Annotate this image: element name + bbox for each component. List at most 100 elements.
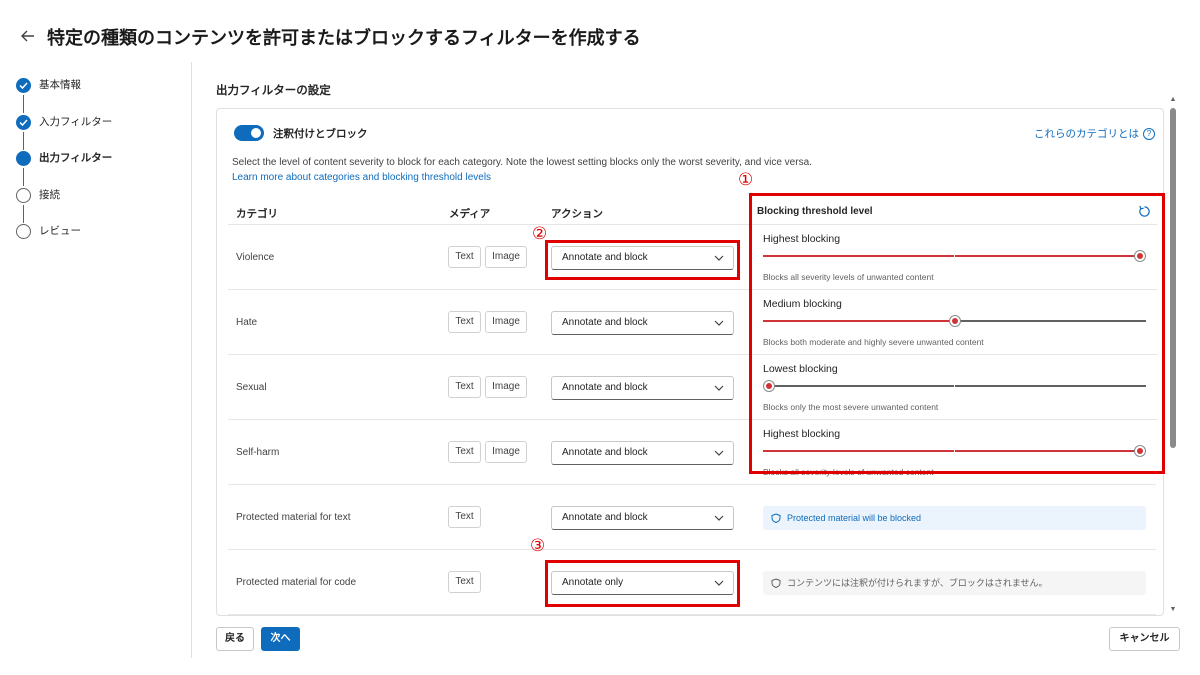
category-label: Hate	[236, 317, 258, 328]
media-image-chip[interactable]: Image	[485, 376, 527, 398]
category-label: Violence	[236, 252, 275, 263]
check-circle-icon	[16, 78, 31, 93]
action-dropdown[interactable]: Annotate and block	[551, 311, 734, 335]
slider-thumb[interactable]	[948, 315, 961, 327]
row-divider	[228, 354, 757, 355]
categories-help-link[interactable]: これらのカテゴリとは ?	[1034, 126, 1155, 141]
pending-step-icon	[16, 187, 31, 203]
action-dropdown[interactable]: Annotate and block	[551, 246, 734, 270]
row-divider	[228, 224, 757, 225]
threshold-divider	[753, 289, 1157, 290]
threshold-slider[interactable]	[763, 250, 1146, 262]
threshold-description: Blocks both moderate and highly severe u…	[763, 337, 984, 347]
protected-info-bar: Protected material will be blocked	[763, 506, 1146, 530]
slider-thumb[interactable]	[1134, 445, 1146, 457]
category-label: Protected material for text	[236, 512, 351, 523]
media-text-chip[interactable]: Text	[448, 311, 481, 333]
toggle-knob	[251, 128, 261, 138]
column-header-threshold: Blocking threshold level	[757, 206, 873, 217]
sidebar-divider	[191, 62, 192, 658]
threshold-slider[interactable]	[763, 315, 1146, 327]
media-image-chip[interactable]: Image	[485, 311, 527, 333]
cancel-button[interactable]: キャンセル	[1109, 627, 1180, 651]
category-label: Self-harm	[236, 447, 280, 458]
threshold-title: Highest blocking	[763, 233, 841, 245]
callout-number-3: ③	[530, 536, 546, 556]
media-text-chip[interactable]: Text	[448, 571, 481, 593]
callout-number-1: ①	[738, 170, 754, 190]
step-output-filter[interactable]: 出力フィルター	[16, 151, 186, 188]
step-connector	[23, 95, 24, 113]
chevron-down-icon	[714, 255, 724, 261]
toggle-label: 注釈付けとブロック	[273, 128, 368, 140]
filter-panel: 注釈付けとブロック これらのカテゴリとは ? Select the level …	[216, 108, 1164, 616]
step-basic-info[interactable]: 基本情報	[16, 78, 186, 115]
action-dropdown-value: Annotate and block	[562, 512, 648, 523]
chevron-down-icon	[714, 385, 724, 391]
threshold-divider	[753, 354, 1157, 355]
action-dropdown[interactable]: Annotate and block	[551, 376, 734, 400]
shield-icon	[771, 578, 781, 588]
scroll-up-icon[interactable]: ▲	[1169, 96, 1177, 104]
category-label: Protected material for code	[236, 577, 357, 588]
slider-notch	[954, 384, 955, 388]
action-dropdown-value: Annotate and block	[562, 447, 648, 458]
threshold-description: Blocks all severity levels of unwanted c…	[763, 272, 934, 282]
media-text-chip[interactable]: Text	[448, 376, 481, 398]
slider-thumb[interactable]	[1134, 250, 1146, 262]
next-button[interactable]: 次へ	[261, 627, 300, 651]
step-label: 出力フィルター	[39, 152, 113, 164]
threshold-divider	[753, 224, 1157, 225]
step-label: 入力フィルター	[39, 115, 113, 128]
media-image-chip[interactable]: Image	[485, 441, 527, 463]
threshold-divider	[753, 419, 1157, 420]
info-text: Protected material will be blocked	[787, 513, 922, 523]
row-divider	[228, 484, 1156, 485]
wizard-stepper: 基本情報 入力フィルター 出力フィルター 接続 レビュー	[16, 78, 186, 261]
learn-more-link[interactable]: Learn more about categories and blocking…	[232, 172, 491, 183]
step-label: レビュー	[39, 225, 81, 237]
step-input-filter[interactable]: 入力フィルター	[16, 114, 186, 152]
annotate-block-toggle[interactable]	[234, 125, 264, 141]
column-header-media: メディア	[449, 208, 491, 220]
action-dropdown-value: Annotate and block	[562, 317, 648, 328]
media-image-chip[interactable]: Image	[485, 246, 527, 268]
scrollbar[interactable]: ▲ ▼	[1169, 96, 1177, 616]
callout-number-2: ②	[532, 224, 548, 244]
slider-fill	[763, 450, 1140, 452]
action-dropdown-value: Annotate and block	[562, 382, 648, 393]
threshold-slider[interactable]	[763, 380, 1146, 392]
slider-notch	[954, 254, 955, 258]
media-text-chip[interactable]: Text	[448, 246, 481, 268]
scroll-down-icon[interactable]: ▼	[1169, 606, 1177, 614]
action-dropdown[interactable]: Annotate and block	[551, 506, 734, 530]
step-label: 接続	[39, 188, 60, 201]
page-title: 特定の種類のコンテンツを許可またはブロックするフィルターを作成する	[47, 28, 641, 48]
reset-icon[interactable]	[1138, 205, 1151, 218]
slider-fill	[763, 255, 1140, 257]
chevron-down-icon	[714, 515, 724, 521]
scroll-thumb[interactable]	[1170, 108, 1176, 448]
row-divider	[228, 549, 1156, 550]
action-dropdown[interactable]: Annotate and block	[551, 441, 734, 465]
step-review[interactable]: レビュー	[16, 224, 186, 261]
media-text-chip[interactable]: Text	[448, 441, 481, 463]
chevron-down-icon	[714, 450, 724, 456]
back-button[interactable]: 戻る	[216, 627, 254, 651]
slider-fill	[763, 320, 955, 322]
row-divider	[228, 614, 1156, 615]
slider-thumb[interactable]	[763, 380, 775, 392]
section-title: 出力フィルターの設定	[216, 85, 331, 97]
threshold-slider[interactable]	[763, 445, 1146, 457]
step-connection[interactable]: 接続	[16, 187, 186, 225]
threshold-description: Blocks only the most severe unwanted con…	[763, 402, 939, 412]
threshold-title: Highest blocking	[763, 428, 841, 440]
action-dropdown[interactable]: Annotate only	[551, 571, 734, 595]
pending-step-icon	[16, 224, 31, 239]
back-arrow-icon[interactable]	[18, 26, 38, 46]
step-connector	[23, 168, 24, 186]
category-label: Sexual	[236, 382, 267, 393]
row-divider	[228, 289, 757, 290]
media-text-chip[interactable]: Text	[448, 506, 481, 528]
column-header-action: アクション	[551, 208, 603, 220]
